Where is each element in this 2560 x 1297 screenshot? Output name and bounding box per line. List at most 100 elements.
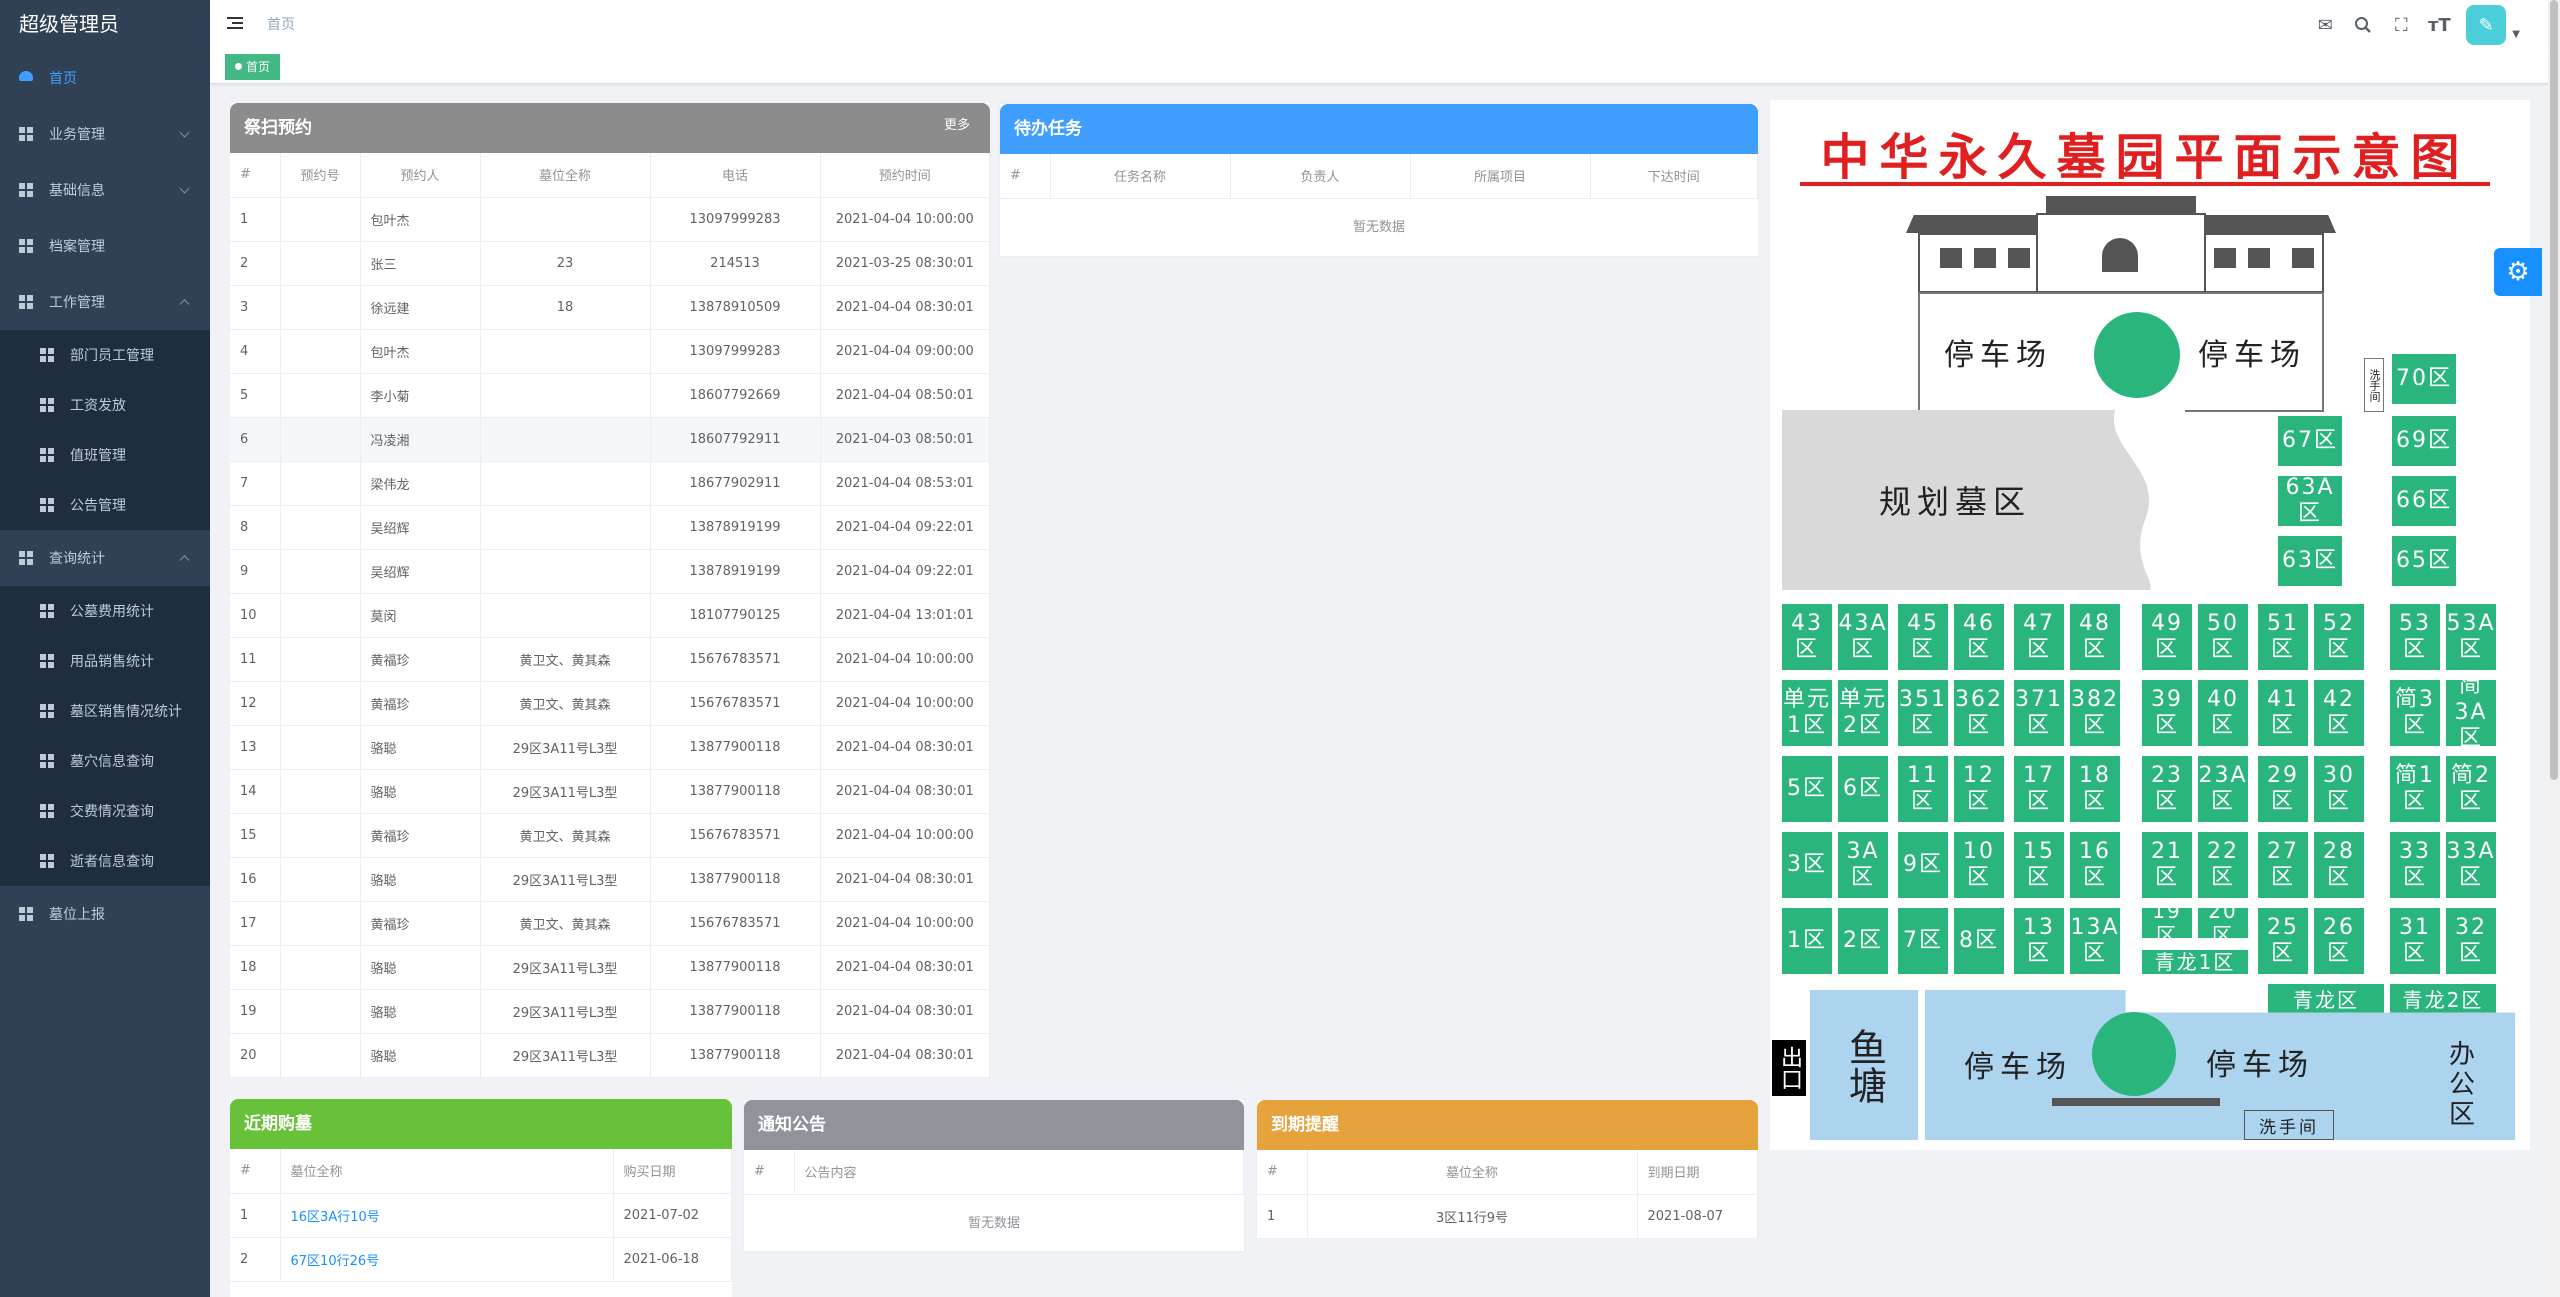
zone-block[interactable]: 简1区 xyxy=(2390,756,2440,822)
zone-block[interactable]: 2区 xyxy=(1838,908,1888,974)
sidebar-subitem-payment-query[interactable]: 交费情况查询 xyxy=(0,786,210,836)
zone-block[interactable]: 青龙区 xyxy=(2268,984,2384,1016)
sidebar-item-archive[interactable]: 档案管理 xyxy=(0,218,210,274)
zone-block[interactable]: 382区 xyxy=(2070,680,2120,746)
zone-block[interactable]: 32区 xyxy=(2446,908,2496,974)
sidebar-subitem-staff[interactable]: 部门员工管理 xyxy=(0,330,210,380)
sidebar-subitem-deceased-query[interactable]: 逝者信息查询 xyxy=(0,836,210,886)
zone-block[interactable]: 33区 xyxy=(2390,832,2440,898)
table-row[interactable]: 4 包叶杰 13097999283 2021-04-04 09:00:00 xyxy=(230,329,990,374)
zone-block[interactable]: 40区 xyxy=(2198,680,2248,746)
hamburger-icon[interactable] xyxy=(227,17,243,31)
table-row[interactable]: 6 冯凌湘 18607792911 2021-04-03 08:50:01 xyxy=(230,417,990,462)
zone-block[interactable]: 39区 xyxy=(2142,680,2192,746)
more-link[interactable]: 更多 xyxy=(944,101,970,151)
zone-block[interactable]: 7区 xyxy=(1898,908,1948,974)
zone-block[interactable]: 16区 xyxy=(2070,832,2120,898)
zone-block[interactable]: 29区 xyxy=(2258,756,2308,822)
zone-block[interactable]: 362区 xyxy=(1954,680,2004,746)
zone-block[interactable]: 25区 xyxy=(2258,908,2308,974)
sidebar-subitem-grave-query[interactable]: 墓穴信息查询 xyxy=(0,736,210,786)
table-row[interactable]: 12 黄福珍 黄卫文、黄其森 15676783571 2021-04-04 10:00:… xyxy=(230,681,990,726)
zone-block[interactable]: 21区 xyxy=(2142,832,2192,898)
zone-block[interactable]: 63区 xyxy=(2278,536,2342,586)
zone-block[interactable]: 33A区 xyxy=(2446,832,2496,898)
table-row[interactable]: 1 16区3A行10号 2021-07-02 xyxy=(230,1193,732,1238)
fullscreen-icon[interactable]: ⛶ xyxy=(2382,0,2420,50)
zone-block[interactable]: 青龙2区 xyxy=(2390,984,2496,1016)
zone-block[interactable]: 31区 xyxy=(2390,908,2440,974)
table-row[interactable]: 1 3区11行9号 2021-08-07 xyxy=(1257,1194,1758,1239)
zone-block[interactable]: 19区 xyxy=(2142,899,2192,947)
sidebar-item-business[interactable]: 业务管理 xyxy=(0,106,210,162)
sidebar-subitem-supply-stats[interactable]: 用品销售统计 xyxy=(0,636,210,686)
zone-block[interactable]: 48区 xyxy=(2070,604,2120,670)
zone-block[interactable]: 10区 xyxy=(1954,832,2004,898)
zone-block[interactable]: 22区 xyxy=(2198,832,2248,898)
tag-home[interactable]: 首页 xyxy=(225,54,281,80)
zone-block[interactable]: 5区 xyxy=(1782,756,1832,822)
zone-block[interactable]: 23A区 xyxy=(2198,756,2248,822)
zone-block[interactable]: 50区 xyxy=(2198,604,2248,670)
zone-block[interactable]: 26区 xyxy=(2314,908,2364,974)
table-row[interactable]: 11 黄福珍 黄卫文、黄其森 15676783571 2021-04-04 10:00:… xyxy=(230,637,990,682)
zone-block[interactable]: 53A区 xyxy=(2446,604,2496,670)
zone-block[interactable]: 27区 xyxy=(2258,832,2308,898)
zone-block[interactable]: 简2区 xyxy=(2446,756,2496,822)
table-row[interactable]: 3 徐远建 18 13878910509 2021-04-04 08:30:01 xyxy=(230,285,990,330)
zone-block[interactable]: 3A区 xyxy=(1838,832,1888,898)
font-size-icon[interactable]: тT xyxy=(2420,0,2458,50)
caret-down-icon[interactable]: ▼ xyxy=(2512,29,2520,40)
search-icon[interactable] xyxy=(2344,0,2382,50)
sidebar-item-report[interactable]: 墓位上报 xyxy=(0,886,210,942)
zone-block[interactable]: 53区 xyxy=(2390,604,2440,670)
zone-block[interactable]: 8区 xyxy=(1954,908,2004,974)
scrollbar[interactable] xyxy=(2548,0,2560,1297)
zone-block[interactable]: 11区 xyxy=(1898,756,1948,822)
zone-block[interactable]: 45区 xyxy=(1898,604,1948,670)
sidebar-item-basic[interactable]: 基础信息 xyxy=(0,162,210,218)
zone-block[interactable]: 13A区 xyxy=(2070,908,2120,974)
table-row[interactable]: 1 包叶杰 13097999283 2021-04-04 10:00:00 xyxy=(230,197,990,242)
zone-block[interactable]: 1区 xyxy=(1782,908,1832,974)
zone-block[interactable]: 单元2区 xyxy=(1838,680,1888,746)
zone-block[interactable]: 46区 xyxy=(1954,604,2004,670)
table-row[interactable]: 15 黄福珍 黄卫文、黄其森 15676783571 2021-04-04 10:00:… xyxy=(230,813,990,858)
sidebar-item-query[interactable]: 查询统计 xyxy=(0,530,210,586)
sidebar-subitem-duty[interactable]: 值班管理 xyxy=(0,430,210,480)
sidebar-subitem-notice[interactable]: 公告管理 xyxy=(0,480,210,530)
sidebar-item-home[interactable]: 首页 xyxy=(0,50,210,106)
sidebar-item-work[interactable]: 工作管理 xyxy=(0,274,210,330)
zone-block[interactable]: 30区 xyxy=(2314,756,2364,822)
zone-block[interactable]: 371区 xyxy=(2014,680,2064,746)
table-row[interactable]: 7 梁伟龙 18677902911 2021-04-04 08:53:01 xyxy=(230,461,990,506)
zone-block[interactable]: 17区 xyxy=(2014,756,2064,822)
zone-block[interactable]: 52区 xyxy=(2314,604,2364,670)
zone-block[interactable]: 43A区 xyxy=(1838,604,1888,670)
zone-block[interactable]: 单元1区 xyxy=(1782,680,1832,746)
zone-block[interactable]: 20区 xyxy=(2198,899,2248,947)
table-row[interactable]: 16 骆聪 29区3A11号L3型 13877900118 2021-04-04 08:… xyxy=(230,857,990,902)
zone-block[interactable]: 青龙1区 xyxy=(2142,950,2248,974)
table-row[interactable]: 14 骆聪 29区3A11号L3型 13877900118 2021-04-04 08:… xyxy=(230,769,990,814)
table-cell[interactable]: 67区10行26号 xyxy=(280,1237,614,1282)
avatar[interactable]: ✎ xyxy=(2466,5,2507,45)
zone-block[interactable]: 47区 xyxy=(2014,604,2064,670)
zone-block[interactable]: 12区 xyxy=(1954,756,2004,822)
zone-block[interactable]: 67区 xyxy=(2278,416,2342,466)
table-row[interactable]: 2 张三 23 214513 2021-03-25 08:30:01 xyxy=(230,241,990,286)
zone-block[interactable]: 18区 xyxy=(2070,756,2120,822)
sidebar-subitem-salary[interactable]: 工资发放 xyxy=(0,380,210,430)
zone-block[interactable]: 13区 xyxy=(2014,908,2064,974)
zone-block[interactable]: 66区 xyxy=(2392,476,2456,526)
zone-block[interactable]: 6区 xyxy=(1838,756,1888,822)
zone-block[interactable]: 28区 xyxy=(2314,832,2364,898)
zone-block[interactable]: 简3区 xyxy=(2390,680,2440,746)
scrollbar-thumb[interactable] xyxy=(2550,0,2558,780)
table-row[interactable]: 20 骆聪 29区3A11号L3型 13877900118 2021-04-04 08:… xyxy=(230,1033,990,1078)
sidebar-subitem-zone-sales[interactable]: 墓区销售情况统计 xyxy=(0,686,210,736)
zone-block[interactable]: 23区 xyxy=(2142,756,2192,822)
table-row[interactable]: 19 骆聪 29区3A11号L3型 13877900118 2021-04-04 08:… xyxy=(230,989,990,1034)
zone-block[interactable]: 3区 xyxy=(1782,832,1832,898)
zone-block[interactable]: 70区 xyxy=(2392,354,2456,404)
